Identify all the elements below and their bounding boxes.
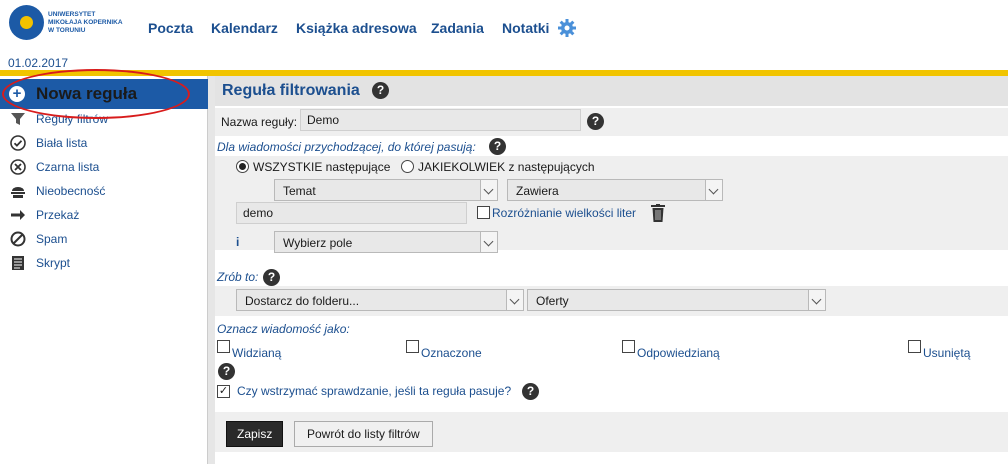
script-icon xyxy=(12,256,24,270)
radio-all[interactable] xyxy=(236,160,249,173)
header: UNIWERSYTET MIKOŁAJA KOPERNIKA W TORUNIU… xyxy=(0,0,1008,70)
rule-name-input[interactable]: Demo xyxy=(300,109,581,131)
mark-flagged-checkbox[interactable] xyxy=(406,340,419,353)
help-icon[interactable]: ? xyxy=(489,138,506,155)
sidebar-item-out-of-office[interactable]: Nieobecność xyxy=(10,182,200,200)
gear-icon[interactable] xyxy=(557,18,577,38)
back-to-filters-button[interactable]: Powrót do listy filtrów xyxy=(294,421,433,447)
nav-zadania[interactable]: Zadania xyxy=(431,20,484,36)
new-rule-label: Nowa reguła xyxy=(36,84,138,103)
panel-header: Reguła filtrowania ? xyxy=(215,76,1008,106)
trash-icon[interactable] xyxy=(651,204,665,222)
radio-any-label[interactable]: JAKIEKOLWIEK z następujących xyxy=(418,160,595,174)
help-icon[interactable]: ? xyxy=(218,363,235,380)
radio-any[interactable] xyxy=(401,160,414,173)
logo-line-1: UNIWERSYTET xyxy=(48,11,96,18)
sidebar: + Nowa reguła Reguły filtrów Biała lista… xyxy=(0,76,208,464)
sidebar-item-label: Biała lista xyxy=(36,136,88,150)
action-label: Zrób to: xyxy=(217,270,259,284)
sidebar-scrollbar[interactable] xyxy=(208,76,215,464)
sidebar-item-label: Spam xyxy=(36,232,68,246)
page-title: Reguła filtrowania xyxy=(222,82,360,99)
mark-answered-checkbox[interactable] xyxy=(622,340,635,353)
save-button[interactable]: Zapisz xyxy=(226,421,284,447)
sidebar-item-forward[interactable]: Przekaż xyxy=(10,206,200,224)
sidebar-item-label: Skrypt xyxy=(36,256,71,270)
sidebar-item-spam[interactable]: Spam xyxy=(10,230,200,248)
for-messages-label: Dla wiadomości przychodzącej, do której … xyxy=(217,140,476,154)
help-icon[interactable]: ? xyxy=(372,82,389,99)
sidebar-item-label: Czarna lista xyxy=(36,160,100,174)
help-icon[interactable]: ? xyxy=(522,383,539,400)
case-sensitive-label[interactable]: Rozróżnianie wielkości liter xyxy=(492,206,636,220)
help-icon[interactable]: ? xyxy=(263,269,280,286)
chevron-down-icon xyxy=(480,232,497,252)
logo-line-2: MIKOŁAJA KOPERNIKA xyxy=(48,19,123,26)
match-value-input[interactable]: demo xyxy=(236,202,467,224)
mark-deleted-label[interactable]: Usuniętą xyxy=(923,346,970,360)
operator-select[interactable]: Zawiera xyxy=(507,179,723,201)
mark-seen-checkbox[interactable] xyxy=(217,340,230,353)
vacation-icon xyxy=(11,187,25,198)
chevron-down-icon xyxy=(480,180,497,200)
sidebar-item-whitelist[interactable]: Biała lista xyxy=(10,134,200,152)
sidebar-item-script[interactable]: Skrypt xyxy=(10,254,200,272)
new-rule-button[interactable]: + Nowa reguła xyxy=(0,79,208,109)
choose-field-select[interactable]: Wybierz pole xyxy=(274,231,498,253)
nav-kalendarz[interactable]: Kalendarz xyxy=(211,20,278,36)
arrow-right-icon xyxy=(11,210,25,220)
folder-select-value: Oferty xyxy=(536,294,569,308)
x-circle-icon xyxy=(10,159,26,175)
current-date: 01.02.2017 xyxy=(8,56,69,70)
action-select-value: Dostarcz do folderu... xyxy=(245,294,360,308)
nav-ksiazka-adresowa[interactable]: Książka adresowa xyxy=(296,20,417,36)
field-select[interactable]: Temat xyxy=(274,179,498,201)
sidebar-item-label: Reguły filtrów xyxy=(36,112,109,126)
mark-flagged-label[interactable]: Oznaczone xyxy=(421,346,482,360)
mark-deleted-checkbox[interactable] xyxy=(908,340,921,353)
mark-seen-label[interactable]: Widzianą xyxy=(232,346,281,360)
case-sensitive-checkbox[interactable] xyxy=(477,206,490,219)
radio-all-label[interactable]: WSZYSTKIE następujące xyxy=(253,160,390,174)
prohibited-icon xyxy=(10,231,26,247)
sidebar-item-label: Przekaż xyxy=(36,208,80,222)
sidebar-item-filter-rules[interactable]: Reguły filtrów xyxy=(10,110,200,128)
check-circle-icon xyxy=(10,135,26,151)
filter-rule-panel: Reguła filtrowania ? Nazwa reguły: Demo … xyxy=(215,76,1008,464)
funnel-icon xyxy=(11,113,25,125)
nav-notatki[interactable]: Notatki xyxy=(502,20,549,36)
stop-processing-checkbox[interactable]: ✓ xyxy=(217,385,230,398)
action-select[interactable]: Dostarcz do folderu... xyxy=(236,289,524,311)
folder-select[interactable]: Oferty xyxy=(527,289,826,311)
chevron-down-icon xyxy=(808,290,825,310)
rule-name-label: Nazwa reguły: xyxy=(221,115,298,129)
university-logo[interactable] xyxy=(9,5,44,40)
chevron-down-icon xyxy=(506,290,523,310)
mark-as-label: Oznacz wiadomość jako: xyxy=(217,322,350,336)
nav-poczta[interactable]: Poczta xyxy=(148,20,193,36)
operator-select-value: Zawiera xyxy=(516,184,559,198)
logo-line-3: W TORUNIU xyxy=(48,27,86,34)
field-select-value: Temat xyxy=(283,184,316,198)
stop-processing-label[interactable]: Czy wstrzymać sprawdzanie, jeśli ta regu… xyxy=(237,384,511,398)
choose-field-value: Wybierz pole xyxy=(283,236,353,250)
chevron-down-icon xyxy=(705,180,722,200)
plus-icon: + xyxy=(9,86,25,102)
and-label: i xyxy=(236,235,240,249)
help-icon[interactable]: ? xyxy=(587,113,604,130)
sidebar-item-label: Nieobecność xyxy=(36,184,106,198)
sidebar-item-blacklist[interactable]: Czarna lista xyxy=(10,158,200,176)
mark-answered-label[interactable]: Odpowiedzianą xyxy=(637,346,720,360)
